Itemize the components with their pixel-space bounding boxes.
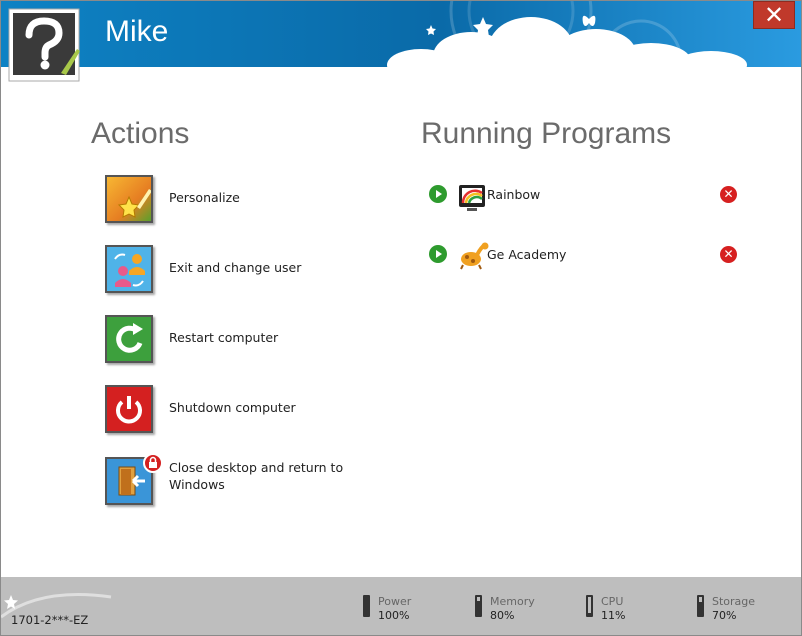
user-name: Mike	[105, 15, 169, 48]
header-bar: Mike ✕	[1, 1, 801, 67]
stat-value: 100%	[378, 609, 410, 622]
power-stat: Power 100%	[363, 595, 411, 623]
close-desktop-label: Close desktop and return to Windows	[169, 460, 344, 492]
cpu-stat: CPU 11%	[586, 595, 625, 623]
stat-label: Memory	[490, 595, 535, 608]
device-serial: 1701-2***-EZ	[11, 613, 89, 627]
personalize-icon	[105, 175, 153, 223]
storage-gauge-icon	[697, 595, 704, 617]
restart-action[interactable]: Restart computer	[105, 315, 349, 363]
actions-heading: Actions	[91, 117, 190, 150]
close-desktop-icon	[105, 453, 163, 505]
stat-label: Power	[378, 595, 412, 608]
kill-program-button[interactable]: ✕	[720, 185, 737, 203]
personalize-label: Personalize	[169, 190, 240, 205]
desktop-window: Mike ✕ Actions Running Programs Personal…	[0, 0, 802, 636]
play-icon[interactable]	[429, 185, 447, 203]
program-name: Ge Academy	[487, 246, 567, 262]
kill-program-button[interactable]: ✕	[720, 245, 737, 263]
change-user-label: Exit and change user	[169, 260, 302, 275]
cpu-gauge-icon	[586, 595, 593, 617]
shutdown-icon	[105, 385, 153, 433]
change-user-action[interactable]: Exit and change user	[105, 245, 349, 293]
play-icon[interactable]	[429, 245, 447, 263]
shutdown-label: Shutdown computer	[169, 400, 296, 415]
program-name: Rainbow	[487, 186, 541, 202]
shutdown-action[interactable]: Shutdown computer	[105, 385, 349, 433]
close-button[interactable]: ✕	[753, 1, 795, 29]
memory-stat: Memory 80%	[475, 595, 535, 623]
personalize-action[interactable]: Personalize	[105, 175, 349, 223]
program-row-ge-academy: Ge Academy ✕	[429, 242, 749, 270]
close-desktop-action[interactable]: Close desktop and return to Windows	[105, 453, 349, 505]
running-programs-heading: Running Programs	[421, 117, 672, 150]
stat-label: Storage	[712, 595, 756, 608]
stat-value: 80%	[490, 609, 515, 622]
stat-value: 11%	[601, 609, 626, 622]
stat-value: 70%	[712, 609, 737, 622]
change-user-icon	[105, 245, 153, 293]
memory-gauge-icon	[475, 595, 482, 617]
stat-label: CPU	[601, 595, 624, 608]
storage-stat: Storage 70%	[697, 595, 755, 623]
lock-badge-icon	[143, 453, 163, 473]
power-gauge-icon	[363, 595, 370, 617]
restart-label: Restart computer	[169, 330, 279, 345]
restart-icon	[105, 315, 153, 363]
giraffe-icon	[460, 242, 489, 270]
rainbow-icon	[459, 185, 485, 211]
program-row-rainbow: Rainbow ✕	[429, 185, 749, 211]
status-bar: 1701-2***-EZ Power 100% Memory 80% CPU 11% …	[1, 577, 801, 635]
help-avatar-icon	[8, 8, 80, 82]
